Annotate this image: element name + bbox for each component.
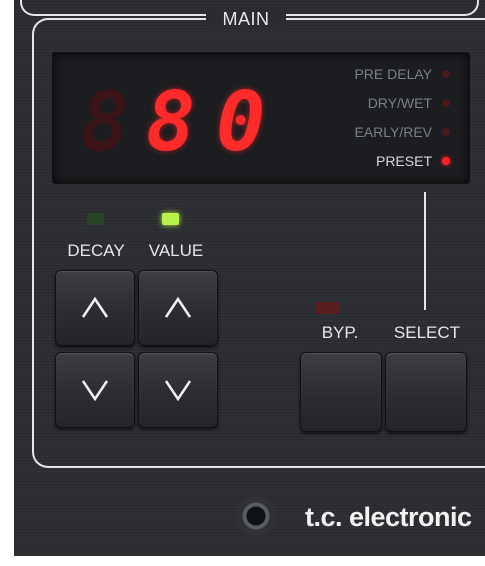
up-arrow-icon [164,296,192,318]
menu-led-dry-wet [442,99,450,107]
value-led [162,213,179,225]
up-arrow-icon [81,296,109,318]
menu-led-pre-delay [442,70,450,78]
select-connector-line [424,192,426,310]
select-button[interactable] [385,352,467,432]
display-digits: 8 8 0 [80,78,290,168]
decay-label: DECAY [67,241,125,260]
menu-item-label: DRY/WET [367,95,432,111]
value-down-button[interactable] [138,352,218,428]
down-arrow-icon [81,380,109,402]
menu-item-label: PRE DELAY [354,66,432,82]
value-up-button[interactable] [138,270,218,346]
bypass-label: BYP. [321,323,359,342]
menu-led-preset [442,157,450,165]
bypass-button[interactable] [300,352,382,432]
input-jack-icon [236,496,276,536]
decay-up-button[interactable] [55,270,135,346]
menu-item-pre-delay: PRE DELAY [300,60,450,89]
menu-item-early-rev: EARLY/REV [300,118,450,147]
select-label: SELECT [393,323,461,342]
display-digit-3: 0 [216,75,266,170]
value-label: VALUE [148,241,204,260]
decay-down-button[interactable] [55,352,135,428]
bypass-led [316,302,340,314]
parameter-menu: PRE DELAY DRY/WET EARLY/REV PRESET [300,60,450,176]
down-arrow-icon [164,380,192,402]
display-digit-2: 8 [146,75,196,170]
menu-item-preset: PRESET [300,147,450,176]
brand-logo: t.c. electronic [305,502,472,532]
display-digit-1: 8 [80,75,130,170]
menu-item-label: EARLY/REV [354,124,432,140]
menu-item-label: PRESET [375,153,432,169]
menu-led-early-rev [442,128,450,136]
section-title: MAIN [206,8,286,30]
menu-item-dry-wet: DRY/WET [300,89,450,118]
decay-led [87,213,104,225]
